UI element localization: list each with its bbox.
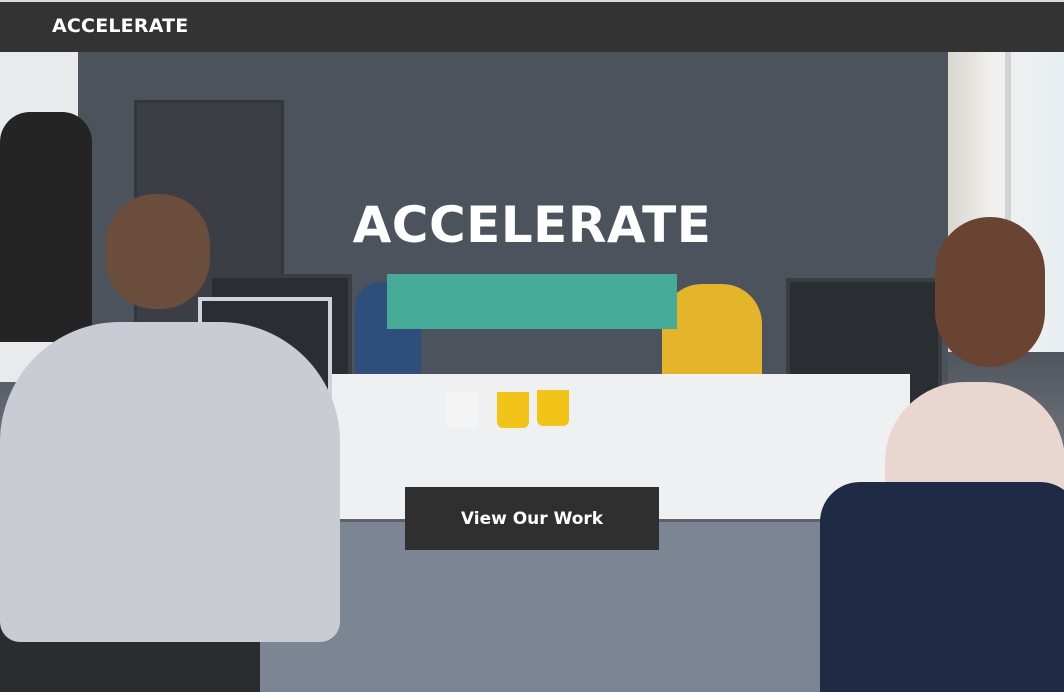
pen-cup	[537, 390, 569, 426]
top-navbar: ACCELERATE	[0, 0, 1064, 52]
accent-bar	[387, 274, 677, 329]
office-chair	[820, 482, 1064, 692]
view-our-work-button[interactable]: View Our Work	[405, 487, 659, 550]
hero-section: ACCELERATE View Our Work	[0, 52, 1064, 692]
brand-logo-link[interactable]: ACCELERATE	[52, 15, 188, 37]
pen-cup	[497, 392, 529, 428]
pen-cup	[446, 392, 478, 428]
seated-person	[0, 322, 340, 642]
seated-person	[662, 284, 762, 380]
hero-title: ACCELERATE	[352, 196, 712, 254]
